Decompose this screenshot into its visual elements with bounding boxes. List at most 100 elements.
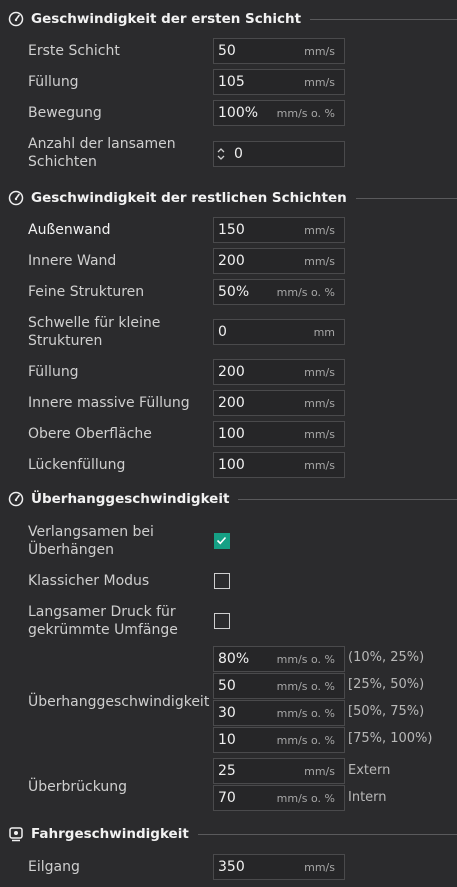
top-surface-speed-input[interactable]: 100 mm/s (213, 421, 345, 447)
field-unit: mm (313, 326, 335, 339)
classic-mode-checkbox[interactable] (214, 573, 230, 589)
spinner-arrows-icon[interactable] (215, 145, 227, 163)
field-value: 70 (218, 790, 236, 806)
bridge-external-speed-input[interactable]: 25 mm/s (213, 758, 345, 784)
section-first-layer-speed: Geschwindigkeit der ersten Schicht (8, 9, 457, 29)
gap-fill-speed-input[interactable]: 100 mm/s (213, 452, 345, 478)
section-other-layers-speed: Geschwindigkeit der restlichen Schichten (8, 188, 457, 208)
field-value: 100 (218, 426, 245, 442)
label-small-perimeters: Feine Strukturen (28, 284, 145, 300)
field-unit: mm/s o. % (276, 107, 335, 120)
slow-down-overhangs-checkbox[interactable] (214, 533, 230, 549)
field-unit: mm/s o. % (276, 286, 335, 299)
speedometer-icon (8, 190, 24, 206)
field-value: 50% (218, 284, 250, 300)
overhang-speed-input-3[interactable]: 30 mm/s o. % (213, 700, 345, 726)
field-value: 350 (218, 859, 245, 875)
field-value: 0 (234, 146, 243, 162)
field-value: 50 (218, 43, 236, 59)
label-outer-wall: Außenwand (28, 222, 111, 238)
field-value: 50 (218, 678, 236, 694)
field-unit: mm/s o. % (276, 680, 335, 693)
section-travel-speed: Fahrgeschwindigkeit (8, 824, 457, 844)
field-value: 25 (218, 763, 236, 779)
small-perimeters-speed-input[interactable]: 50% mm/s o. % (213, 279, 345, 305)
section-title: Fahrgeschwindigkeit (31, 826, 189, 842)
overhang-range-label: [25%, 50%) (348, 677, 425, 692)
first-layer-travel-speed-input[interactable]: 100% mm/s o. % (213, 100, 345, 126)
label-classic-mode: Klassicher Modus (28, 573, 150, 589)
label-inner-wall: Innere Wand (28, 253, 117, 269)
field-unit: mm/s (304, 366, 335, 379)
section-title: Geschwindigkeit der restlichen Schichten (31, 190, 347, 206)
slow-layers-count-stepper[interactable]: 0 (213, 141, 345, 167)
label-top-surface: Obere Oberfläche (28, 426, 152, 442)
field-value: 10 (218, 732, 236, 748)
label-slow-layers-count: Anzahl der lansamen Schichten (28, 136, 176, 170)
field-unit: mm/s (304, 765, 335, 778)
outer-wall-speed-input[interactable]: 150 mm/s (213, 217, 345, 243)
overhang-speed-input-4[interactable]: 10 mm/s o. % (213, 727, 345, 753)
checkmark-icon (216, 536, 227, 545)
field-unit: mm/s (304, 255, 335, 268)
field-unit: mm/s (304, 224, 335, 237)
field-value: 150 (218, 222, 245, 238)
label-internal-solid-infill: Innere massive Füllung (28, 395, 190, 411)
label-small-perimeter-threshold: Schwelle für kleine Strukturen (28, 315, 161, 349)
label-first-layer: Erste Schicht (28, 43, 120, 59)
field-unit: mm/s (304, 861, 335, 874)
bridge-internal-speed-input[interactable]: 70 mm/s o. % (213, 785, 345, 811)
section-title: Überhanggeschwindigkeit (31, 491, 230, 507)
section-divider (355, 197, 457, 199)
label-first-layer-infill: Füllung (28, 74, 79, 90)
section-divider (310, 18, 457, 20)
overhang-range-label: [75%, 100%) (348, 731, 433, 746)
field-value: 30 (218, 705, 236, 721)
small-perimeter-threshold-input[interactable]: 0 mm (213, 319, 345, 345)
field-unit: mm/s o. % (276, 734, 335, 747)
field-unit: mm/s (304, 397, 335, 410)
field-value: 200 (218, 253, 245, 269)
overhang-range-label: [50%, 75%) (348, 704, 425, 719)
inner-wall-speed-input[interactable]: 200 mm/s (213, 248, 345, 274)
label-first-layer-travel: Bewegung (28, 105, 102, 121)
label-gap-fill: Lückenfüllung (28, 457, 126, 473)
travel-speed-input[interactable]: 350 mm/s (213, 854, 345, 880)
speedometer-icon (8, 11, 24, 27)
field-value: 80% (218, 651, 250, 667)
field-value: 100 (218, 457, 245, 473)
section-title: Geschwindigkeit der ersten Schicht (31, 11, 302, 27)
internal-solid-infill-speed-input[interactable]: 200 mm/s (213, 390, 345, 416)
section-overhang-speed: Überhanggeschwindigkeit (8, 489, 457, 509)
field-unit: mm/s o. % (276, 653, 335, 666)
field-unit: mm/s (304, 45, 335, 58)
first-layer-speed-input[interactable]: 50 mm/s (213, 38, 345, 64)
field-value: 200 (218, 395, 245, 411)
field-value: 200 (218, 364, 245, 380)
bridge-internal-label: Intern (348, 790, 387, 805)
label-travel: Eilgang (28, 859, 80, 875)
section-divider (197, 833, 457, 835)
label-slow-curled-perimeters: Langsamer Druck für gekrümmte Umfänge (28, 604, 178, 638)
speedometer-icon (8, 491, 24, 507)
bridge-external-label: Extern (348, 763, 391, 778)
field-unit: mm/s o. % (276, 707, 335, 720)
travel-icon (9, 827, 23, 842)
overhang-range-label: (10%, 25%) (348, 650, 425, 665)
section-divider (238, 498, 457, 500)
overhang-speed-input-1[interactable]: 80% mm/s o. % (213, 646, 345, 672)
label-overhang-speed: Überhanggeschwindigkeit (28, 694, 210, 710)
label-bridge: Überbrückung (28, 779, 128, 795)
infill-speed-input[interactable]: 200 mm/s (213, 359, 345, 385)
field-value: 105 (218, 74, 245, 90)
field-value: 0 (218, 324, 227, 340)
label-slow-down-overhangs: Verlangsamen bei Überhängen (28, 524, 154, 558)
field-unit: mm/s (304, 459, 335, 472)
slow-curled-perimeters-checkbox[interactable] (214, 613, 230, 629)
label-infill: Füllung (28, 364, 79, 380)
first-layer-infill-speed-input[interactable]: 105 mm/s (213, 69, 345, 95)
field-unit: mm/s (304, 428, 335, 441)
field-unit: mm/s o. % (276, 792, 335, 805)
field-value: 100% (218, 105, 259, 121)
overhang-speed-input-2[interactable]: 50 mm/s o. % (213, 673, 345, 699)
